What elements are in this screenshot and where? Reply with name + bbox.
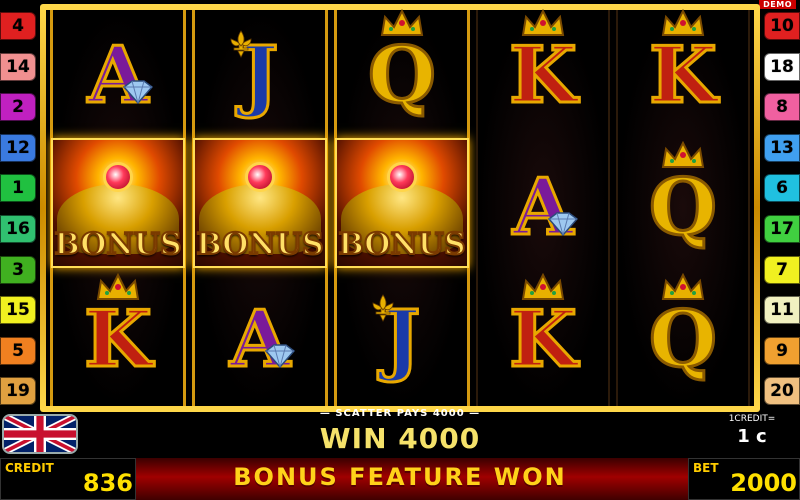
symbol-q: Q (648, 141, 718, 248)
symbol-a: A (228, 299, 296, 380)
symbol-cell: Q (618, 141, 748, 274)
symbol-letter: K (83, 294, 154, 385)
symbol-a: A (511, 167, 579, 248)
payline-left-7[interactable]: 15 (0, 296, 36, 325)
crown-icon (661, 141, 705, 168)
symbol-cell: J (195, 10, 325, 142)
symbol-k: K (508, 9, 578, 116)
payline-right-9[interactable]: 20 (764, 377, 800, 406)
reel-3: Q BONUS J (334, 9, 470, 406)
symbol-k: K (508, 273, 578, 380)
fleur-de-lis-icon (230, 30, 251, 58)
diamond-icon (123, 80, 154, 105)
reel-frame: A BONUS K J BONUS A Q BONUS J K A K K Q Q (40, 4, 760, 412)
bonus-symbol: BONUS (51, 138, 185, 268)
diamond-icon (265, 344, 296, 369)
credit-label: CREDIT (5, 461, 54, 475)
symbol-letter: K (508, 294, 579, 385)
payline-right-7[interactable]: 11 (764, 296, 800, 325)
crown-icon (380, 9, 424, 36)
payline-left-8[interactable]: 5 (0, 336, 36, 365)
symbol-cell: K (478, 9, 608, 142)
payline-left-3[interactable]: 12 (0, 133, 36, 162)
paylines-left: 4 14 2 12 1 16 3 15 5 19 (0, 12, 36, 418)
paylines-right: 10 18 8 13 6 17 7 11 9 20 (764, 12, 800, 418)
symbol-cell: J (337, 274, 467, 406)
payline-left-4[interactable]: 1 (0, 174, 36, 203)
gem-orb-icon (387, 162, 417, 192)
credit-panel: CREDIT 836 (0, 458, 136, 500)
credit-value-info[interactable]: 1CREDIT= 1 c (712, 414, 792, 447)
payline-right-3[interactable]: 13 (764, 133, 800, 162)
payline-right-0[interactable]: 10 (764, 12, 800, 40)
reels-area: A BONUS K J BONUS A Q BONUS J K A K K Q Q (46, 9, 754, 406)
reel-4: KAK (476, 9, 610, 406)
payline-left-1[interactable]: 14 (0, 52, 36, 81)
symbol-letter: A (228, 294, 292, 385)
symbol-cell: K (478, 273, 608, 406)
symbol-j: J (230, 30, 280, 116)
symbol-cell: A (195, 274, 325, 406)
bet-amount: 2000 (730, 469, 797, 497)
payline-left-5[interactable]: 16 (0, 214, 36, 243)
payline-right-6[interactable]: 7 (764, 255, 800, 284)
gem-orb-icon (245, 162, 275, 192)
symbol-letter: A (86, 30, 150, 121)
reel-5: KQQ (616, 9, 750, 406)
payline-left-0[interactable]: 4 (0, 12, 36, 40)
symbol-letter: K (648, 30, 719, 121)
reel-1: A BONUS K (50, 10, 186, 406)
fleur-de-lis-icon (372, 294, 393, 322)
scatter-pays-text: — SCATTER PAYS 4000 — (319, 408, 481, 419)
symbol-cell: A (478, 142, 608, 274)
payline-right-1[interactable]: 18 (764, 52, 800, 81)
bonus-symbol: BONUS (193, 138, 327, 268)
symbol-k: K (83, 273, 153, 380)
symbol-cell: Q (618, 273, 748, 406)
symbol-cell: A (53, 10, 183, 142)
credit-amount: 836 (82, 469, 133, 497)
symbol-k: K (648, 9, 718, 116)
symbol-letter: Q (367, 30, 438, 121)
bonus-label: BONUS (53, 226, 182, 263)
payline-right-2[interactable]: 8 (764, 93, 800, 122)
symbol-cell: K (618, 9, 748, 142)
bet-label: BET (693, 461, 719, 475)
symbol-letter: A (511, 162, 575, 253)
symbol-letter: K (508, 30, 579, 121)
crown-icon (96, 273, 140, 300)
bonus-label: BONUS (337, 226, 466, 263)
payline-right-8[interactable]: 9 (764, 336, 800, 365)
reel-2: J BONUS A (192, 10, 328, 406)
credit-value: 1 c (737, 426, 767, 447)
symbol-j: J (372, 294, 422, 380)
bet-panel[interactable]: BET 2000 (688, 458, 800, 500)
bonus-symbol: BONUS (335, 138, 469, 268)
payline-left-2[interactable]: 2 (0, 93, 36, 122)
bonus-label: BONUS (195, 226, 324, 263)
payline-left-9[interactable]: 19 (0, 377, 36, 406)
uk-flag-icon (4, 416, 76, 452)
win-display: WIN 4000 (319, 422, 481, 455)
payline-right-4[interactable]: 6 (764, 174, 800, 203)
symbol-letter: Q (648, 294, 719, 385)
demo-badge: DEMO (759, 0, 796, 9)
symbol-q: Q (648, 273, 718, 380)
gem-orb-icon (103, 162, 133, 192)
payline-left-6[interactable]: 3 (0, 255, 36, 284)
crown-icon (521, 9, 565, 36)
symbol-letter: Q (648, 162, 719, 253)
feature-message: BONUS FEATURE WON (233, 463, 567, 491)
symbol-q: Q (367, 9, 437, 116)
symbol-cell: Q (337, 9, 467, 142)
language-flag-button[interactable] (2, 414, 78, 454)
diamond-icon (548, 212, 579, 237)
symbol-a: A (86, 35, 154, 116)
payline-right-5[interactable]: 17 (764, 214, 800, 243)
crown-icon (521, 273, 565, 300)
symbol-cell: K (53, 273, 183, 406)
credit-value-label: 1CREDIT= (728, 414, 776, 424)
crown-icon (661, 9, 705, 36)
crown-icon (661, 273, 705, 300)
